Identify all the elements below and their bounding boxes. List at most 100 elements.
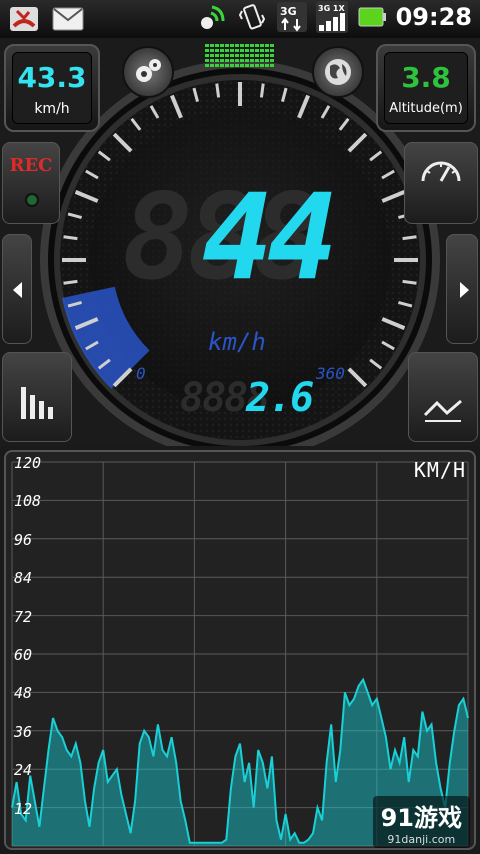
current-speed-panel: 43.3 km/h bbox=[4, 44, 100, 132]
gauge-tick bbox=[259, 83, 265, 98]
status-bar: 3G 3G 1X 09:28 bbox=[0, 0, 480, 39]
equalizer-cell bbox=[230, 44, 234, 47]
globe-icon bbox=[325, 59, 351, 85]
gauge-scale-max: 360 bbox=[316, 364, 345, 383]
y-axis-tick-label: 60 bbox=[14, 646, 33, 664]
watermark-logo-text: 91游戏 bbox=[380, 804, 462, 832]
equalizer-cell bbox=[260, 49, 264, 52]
equalizer-cell bbox=[255, 54, 259, 57]
equalizer-cell bbox=[245, 59, 249, 62]
equalizer-cell bbox=[270, 44, 274, 47]
equalizer-cell bbox=[235, 59, 239, 62]
network-3g-icon: 3G bbox=[276, 2, 308, 32]
equalizer-cell bbox=[255, 64, 259, 67]
equalizer-cell bbox=[250, 49, 254, 52]
equalizer-cell bbox=[240, 49, 244, 52]
gear-icon bbox=[136, 59, 161, 82]
equalizer-cell bbox=[270, 64, 274, 67]
network-3g1x-label: 3G 1X bbox=[318, 4, 345, 13]
gauge-unit-label: km/h bbox=[208, 328, 266, 356]
equalizer-cell bbox=[270, 59, 274, 62]
clock: 09:28 bbox=[395, 3, 472, 31]
equalizer-cell bbox=[265, 59, 269, 62]
chart-unit-label: KM/H bbox=[413, 458, 466, 482]
missed-call-icon[interactable] bbox=[8, 4, 40, 34]
equalizer-cell bbox=[205, 49, 209, 52]
trip-distance-value: 2.6 bbox=[246, 375, 314, 421]
signal-strength-icon: 3G 1X bbox=[315, 1, 348, 33]
equalizer-cell bbox=[220, 64, 224, 67]
equalizer-cell bbox=[265, 49, 269, 52]
bar-chart-button[interactable] bbox=[2, 352, 72, 442]
digital-speed-value: 44 bbox=[202, 168, 338, 306]
altitude-panel-inner: 3.8 Altitude(m) bbox=[384, 52, 468, 124]
gauge-tick bbox=[215, 83, 221, 98]
equalizer-cell bbox=[230, 54, 234, 57]
equalizer-cell bbox=[240, 44, 244, 47]
equalizer-cell bbox=[250, 64, 254, 67]
altitude-panel: 3.8 Altitude(m) bbox=[376, 44, 476, 132]
speedometer-icon bbox=[421, 161, 461, 182]
gauge-tick bbox=[402, 235, 417, 241]
equalizer-cell bbox=[225, 59, 229, 62]
next-page-button[interactable] bbox=[446, 234, 478, 344]
equalizer-cell bbox=[220, 54, 224, 57]
equalizer-cell bbox=[260, 54, 264, 57]
equalizer-cell bbox=[265, 64, 269, 67]
equalizer-cell bbox=[260, 59, 264, 62]
equalizer-cell bbox=[215, 64, 219, 67]
equalizer-cell bbox=[210, 64, 214, 67]
equalizer-cell bbox=[235, 44, 239, 47]
equalizer-cell bbox=[215, 54, 219, 57]
arrow-left-icon bbox=[13, 282, 22, 298]
equalizer-cell bbox=[235, 64, 239, 67]
record-label: REC bbox=[9, 155, 53, 176]
y-axis-tick-label: 24 bbox=[14, 761, 33, 780]
equalizer-cell bbox=[210, 59, 214, 62]
equalizer-cell bbox=[230, 59, 234, 62]
y-axis-tick-label: 12 bbox=[14, 799, 33, 818]
equalizer-cell bbox=[240, 64, 244, 67]
equalizer-cell bbox=[240, 59, 244, 62]
equalizer-cell bbox=[210, 49, 214, 52]
equalizer-cell bbox=[225, 44, 229, 47]
equalizer-cell bbox=[270, 54, 274, 57]
equalizer-cell bbox=[205, 54, 209, 57]
speed-chart-plot bbox=[11, 461, 469, 847]
equalizer-cell bbox=[265, 44, 269, 47]
gps-signal-icon bbox=[196, 2, 228, 32]
network-3g-label: 3G bbox=[280, 5, 297, 18]
record-button[interactable]: REC bbox=[2, 142, 60, 224]
gauge-tick bbox=[402, 279, 417, 285]
equalizer-cell bbox=[270, 49, 274, 52]
equalizer-cell bbox=[240, 54, 244, 57]
settings-button[interactable] bbox=[122, 46, 174, 98]
message-icon[interactable] bbox=[52, 4, 84, 34]
line-chart-button[interactable] bbox=[408, 352, 478, 442]
equalizer-cell bbox=[205, 44, 209, 47]
equalizer-cell bbox=[245, 49, 249, 52]
watermark-subtext: 91danji.com bbox=[387, 833, 456, 846]
previous-page-button[interactable] bbox=[2, 234, 32, 344]
equalizer-cell bbox=[245, 54, 249, 57]
equalizer-cell bbox=[255, 59, 259, 62]
equalizer-cell bbox=[205, 59, 209, 62]
map-button[interactable] bbox=[312, 46, 364, 98]
equalizer-cell bbox=[260, 44, 264, 47]
speedometer-area: 43.3 km/h 3.8 Altitude(m) REC 888 44 km/… bbox=[0, 38, 480, 446]
y-axis-tick-label: 108 bbox=[14, 492, 42, 511]
equalizer-cell bbox=[220, 44, 224, 47]
altitude-value: 3.8 bbox=[401, 61, 451, 94]
battery-icon bbox=[356, 2, 388, 32]
speed-history-chart: 120 108 96 84 72 60 48 36 24 12 KM/H bbox=[4, 450, 476, 850]
equalizer-cell bbox=[225, 54, 229, 57]
equalizer-cell bbox=[265, 54, 269, 57]
arrow-right-icon bbox=[460, 282, 469, 298]
equalizer-cell bbox=[230, 64, 234, 67]
gauge-tick bbox=[63, 279, 78, 285]
equalizer-cell bbox=[255, 49, 259, 52]
record-indicator-icon bbox=[25, 193, 39, 207]
gauge-mode-button[interactable] bbox=[404, 142, 478, 224]
equalizer-cell bbox=[210, 44, 214, 47]
equalizer-cell bbox=[235, 49, 239, 52]
